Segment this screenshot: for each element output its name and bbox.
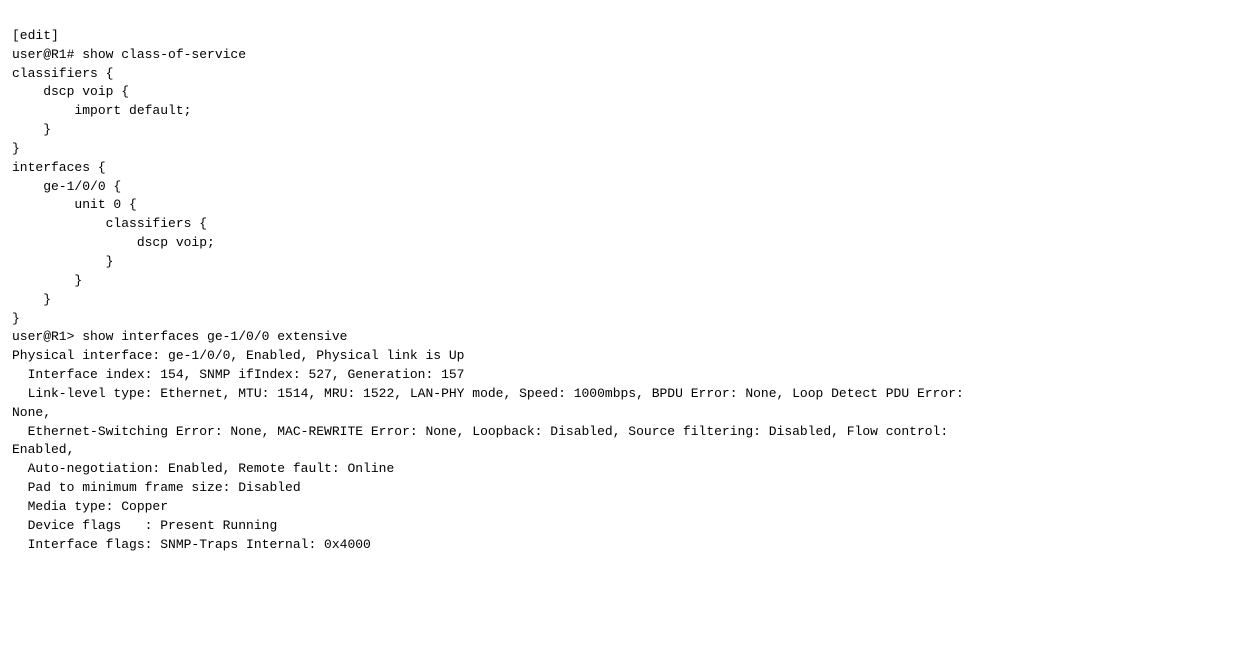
terminal-line: [edit] (12, 27, 1241, 46)
terminal-output: [edit]user@R1# show class-of-serviceclas… (12, 8, 1241, 554)
terminal-line: user@R1# show class-of-service (12, 46, 1241, 65)
terminal-line: Ethernet-Switching Error: None, MAC-REWR… (12, 423, 1241, 442)
terminal-line: ge-1/0/0 { (12, 178, 1241, 197)
terminal-line: Auto-negotiation: Enabled, Remote fault:… (12, 460, 1241, 479)
terminal-line: import default; (12, 102, 1241, 121)
terminal-line: Interface index: 154, SNMP ifIndex: 527,… (12, 366, 1241, 385)
terminal-line: } (12, 272, 1241, 291)
terminal-line: Physical interface: ge-1/0/0, Enabled, P… (12, 347, 1241, 366)
terminal-line: Interface flags: SNMP-Traps Internal: 0x… (12, 536, 1241, 555)
terminal-line: } (12, 253, 1241, 272)
terminal-line: Pad to minimum frame size: Disabled (12, 479, 1241, 498)
terminal-line: classifiers { (12, 215, 1241, 234)
terminal-line: dscp voip { (12, 83, 1241, 102)
terminal-line: user@R1> show interfaces ge-1/0/0 extens… (12, 328, 1241, 347)
terminal-line: None, (12, 404, 1241, 423)
terminal-line: } (12, 140, 1241, 159)
terminal-line: Enabled, (12, 441, 1241, 460)
terminal-line: Device flags : Present Running (12, 517, 1241, 536)
terminal-line: dscp voip; (12, 234, 1241, 253)
terminal-line: unit 0 { (12, 196, 1241, 215)
terminal-line: interfaces { (12, 159, 1241, 178)
terminal-line: Link-level type: Ethernet, MTU: 1514, MR… (12, 385, 1241, 404)
terminal-line: } (12, 291, 1241, 310)
terminal-line: } (12, 121, 1241, 140)
terminal-line: } (12, 310, 1241, 329)
terminal-line: classifiers { (12, 65, 1241, 84)
terminal-line: Media type: Copper (12, 498, 1241, 517)
